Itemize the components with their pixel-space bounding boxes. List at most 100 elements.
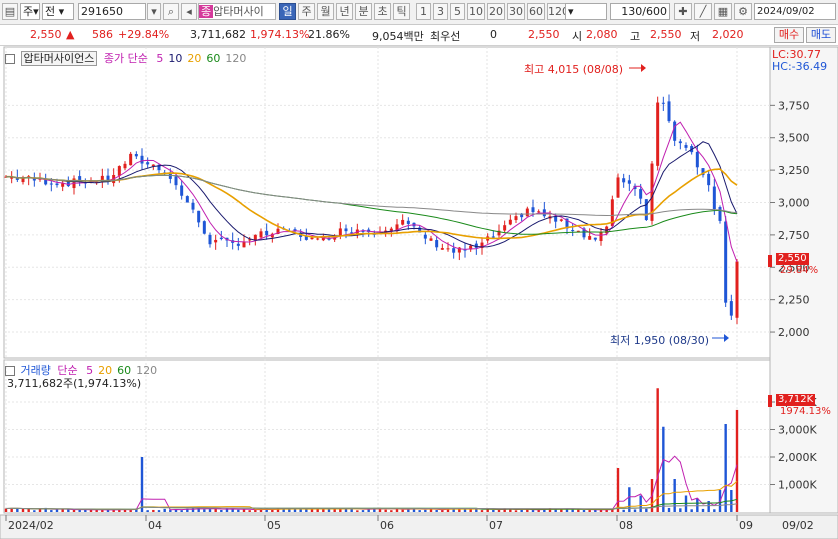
volume-bar — [701, 508, 705, 512]
volume-bar — [390, 510, 393, 512]
volume-bar — [497, 510, 501, 512]
candle-body — [123, 163, 127, 169]
volume-bar — [582, 510, 586, 512]
volume-bar — [696, 498, 699, 512]
y-tick-label: 2,750 — [778, 229, 810, 242]
volume-bar — [21, 508, 25, 512]
volume-bar — [667, 507, 671, 512]
volume-bar — [633, 509, 637, 512]
x-tick-label: 09 — [739, 519, 753, 532]
candle-body — [616, 177, 620, 198]
volume-bar — [248, 510, 251, 512]
candle-body — [180, 185, 184, 196]
stock-name-tag: 압타머사이언스 — [20, 51, 98, 66]
volume-bar — [514, 510, 518, 512]
candle-body — [423, 234, 427, 239]
last-price-marker — [768, 255, 772, 267]
last-price-pct: 29.84% — [780, 265, 819, 276]
price-ma-label: 60 — [206, 52, 221, 65]
volume-bar — [237, 509, 240, 512]
candle-body — [491, 236, 495, 238]
volume-bar — [588, 510, 591, 512]
low-annotation: 최저 1,950 (08/30) — [610, 334, 710, 347]
candle-body — [21, 178, 25, 183]
volume-bar — [50, 510, 53, 512]
panel-icon[interactable] — [5, 54, 15, 64]
volume-bar — [220, 509, 223, 512]
candle-body — [622, 178, 626, 183]
candle-body — [406, 220, 410, 224]
y-tick-label: 3,000 — [778, 197, 810, 210]
stock-chart[interactable]: 2024/02 04 05 06 07 08 09 09/022,0002,2502,5002… — [0, 0, 838, 539]
volume-bar — [520, 509, 523, 512]
candle-body — [571, 230, 575, 232]
volume-bar — [673, 479, 676, 512]
volume-bar — [4, 508, 8, 512]
y-tick-label: 3,750 — [778, 99, 810, 112]
candle-body — [440, 248, 444, 250]
candle-body — [202, 221, 206, 234]
volume-bar — [61, 509, 64, 512]
candle-body — [435, 240, 439, 248]
price-legend: 압타머사이언스 종가 단순 5 10 20 60 120 — [5, 50, 246, 66]
candle-body — [673, 121, 677, 141]
candle-body — [627, 180, 631, 184]
volume-bar — [577, 509, 580, 512]
volume-bar — [146, 510, 149, 512]
candle-body — [735, 261, 739, 318]
price-ma-label: 5 — [156, 52, 164, 65]
candle-body — [656, 102, 660, 166]
x-tick-label: 2024/02 — [8, 519, 54, 532]
y-tick-label: 3,500 — [778, 132, 810, 145]
x-tick-label: 09/02 — [782, 519, 814, 532]
volume-bar — [645, 508, 648, 512]
candle-body — [344, 228, 348, 232]
volume-bar — [656, 388, 659, 512]
volume-bar — [180, 510, 183, 512]
candle-body — [117, 166, 121, 176]
candle-body — [537, 211, 541, 213]
price-legend-label: 종가 단순 — [103, 52, 148, 65]
volume-bar — [463, 509, 467, 512]
vol-y-tick-label: 1,000K — [778, 479, 817, 492]
candle-body — [593, 237, 597, 240]
volume-bar — [214, 508, 217, 512]
y-tick-label: 3,250 — [778, 164, 810, 177]
x-tick-label: 05 — [267, 519, 281, 532]
candle-body — [219, 237, 223, 240]
candle-body — [191, 202, 195, 210]
volume-bar — [16, 508, 19, 512]
candle-body — [525, 208, 529, 217]
candle-body — [452, 248, 456, 253]
volume-bar — [531, 510, 535, 512]
volume-bar — [480, 510, 484, 512]
volume-bar — [616, 468, 620, 512]
candle-body — [724, 221, 728, 303]
y-tick-label: 2,000 — [778, 326, 810, 339]
candle-body — [236, 243, 240, 246]
candle-body — [503, 225, 507, 231]
candle-body — [389, 228, 393, 231]
volume-bar — [129, 510, 132, 512]
candle-body — [661, 102, 665, 104]
candle-body — [265, 230, 269, 236]
volume-bar — [639, 495, 642, 512]
candle-body — [49, 183, 53, 185]
volume-bar — [327, 509, 331, 512]
candle-body — [214, 239, 218, 243]
volume-bar — [662, 426, 665, 512]
candle-body — [508, 219, 512, 225]
price-ma-label: 10 — [168, 52, 183, 65]
candle-body — [559, 219, 563, 221]
volume-bar — [424, 509, 427, 512]
vol-y-tick-label: 2,000K — [778, 451, 817, 464]
high-annotation: 최고 4,015 (08/08) — [524, 63, 624, 76]
volume-text: 3,711,682주(1,974.13%) — [7, 377, 142, 390]
volume-bar — [67, 509, 70, 512]
volume-bar — [203, 509, 206, 512]
volume-bar — [356, 510, 359, 512]
candle-body — [695, 151, 699, 168]
volume-bar — [435, 510, 438, 512]
volume-bar — [152, 509, 155, 512]
candle-body — [197, 210, 201, 223]
